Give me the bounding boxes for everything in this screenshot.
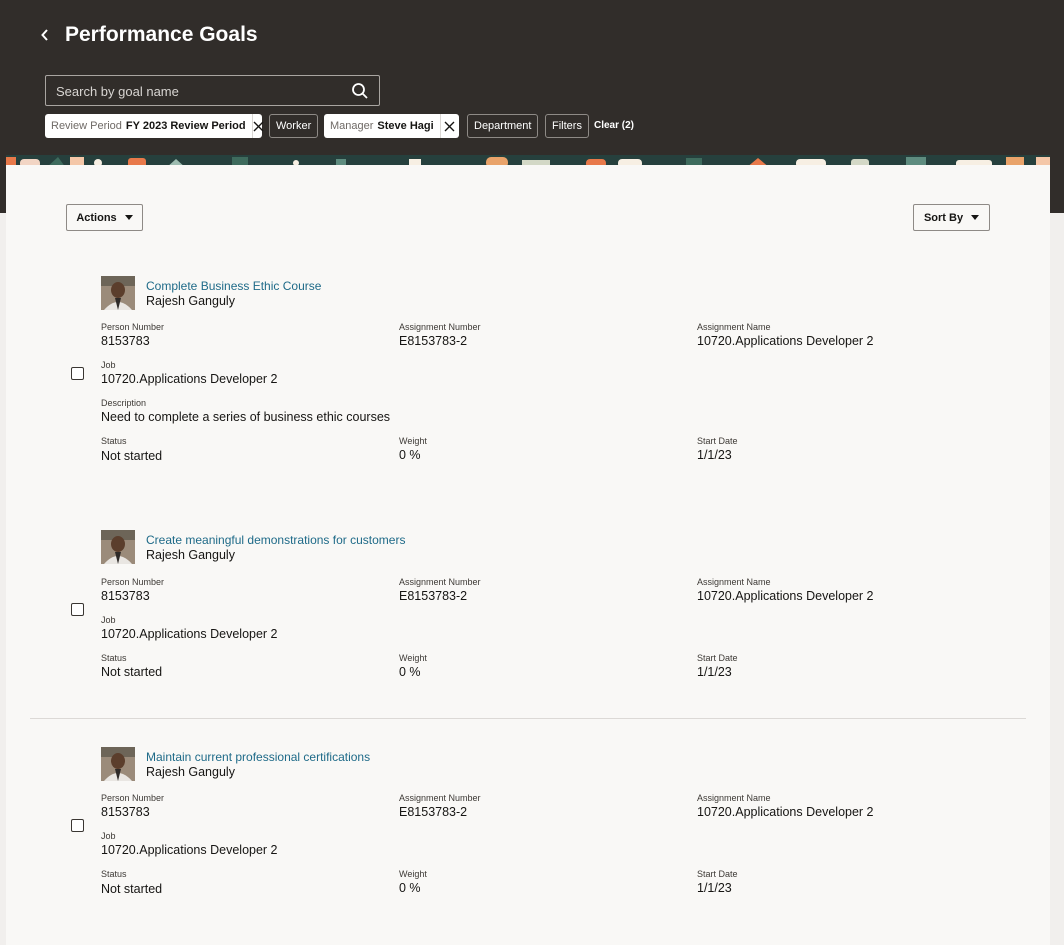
assignment-name-value: 10720.Applications Developer 2	[697, 805, 874, 819]
person-number-value: 8153783	[101, 805, 150, 819]
assignment-number-value: E8153783-2	[399, 589, 468, 603]
goal-select-checkbox[interactable]	[71, 603, 84, 616]
assignment-name-value: 10720.Applications Developer 2	[697, 334, 874, 348]
assignment-name-label: Assignment Name	[697, 793, 771, 803]
filters-button[interactable]: Filters	[545, 114, 589, 138]
sort-by-button[interactable]: Sort By	[913, 204, 990, 231]
chip-label: Worker	[276, 120, 312, 132]
actions-menu-button[interactable]: Actions	[66, 204, 143, 231]
avatar	[101, 276, 135, 310]
assignment-number-value: E8153783-2	[399, 805, 468, 819]
assignment-number-label: Assignment Number	[399, 793, 481, 803]
job-value: 10720.Applications Developer 2	[101, 372, 278, 386]
filter-chip-manager[interactable]: Manager Steve Hagi	[324, 114, 459, 138]
assignment-number-label: Assignment Number	[399, 322, 481, 332]
status-value: Not started	[101, 665, 163, 679]
job-value: 10720.Applications Developer 2	[101, 627, 278, 641]
weight-label: Weight	[399, 869, 427, 879]
job-label: Job	[101, 615, 116, 625]
chip-label: Review Period	[51, 120, 122, 132]
actions-label: Actions	[76, 211, 117, 224]
assignment-number-value: E8153783-2	[399, 334, 468, 348]
close-icon	[444, 121, 455, 131]
chip-label: Manager	[330, 120, 374, 132]
assignment-number-label: Assignment Number	[399, 577, 481, 587]
chevron-left-icon	[41, 29, 48, 41]
goal-title-link[interactable]: Create meaningful demonstrations for cus…	[146, 533, 405, 547]
weight-label: Weight	[399, 436, 427, 446]
person-number-label: Person Number	[101, 793, 165, 803]
filter-chip-worker[interactable]: Worker	[269, 114, 319, 138]
person-avatar-icon	[101, 530, 135, 564]
person-number-label: Person Number	[101, 577, 165, 587]
search-icon[interactable]	[351, 82, 369, 100]
chip-label: Department	[474, 120, 532, 132]
weight-value: 0 %	[399, 881, 421, 895]
status-value: Not started	[101, 449, 163, 463]
remove-manager-button[interactable]	[439, 114, 459, 138]
close-icon	[253, 121, 264, 131]
start-date-value: 1/1/23	[697, 665, 732, 679]
start-date-value: 1/1/23	[697, 881, 732, 895]
remove-review-period-button[interactable]	[251, 114, 264, 138]
avatar	[101, 530, 135, 564]
status-label: Status	[101, 436, 127, 446]
weight-value: 0 %	[399, 665, 421, 679]
goal-title-link[interactable]: Maintain current professional certificat…	[146, 750, 370, 764]
avatar	[101, 747, 135, 781]
goal-select-checkbox[interactable]	[71, 367, 84, 380]
worker-name: Rajesh Ganguly	[146, 294, 235, 308]
job-label: Job	[101, 831, 116, 841]
start-date-label: Start Date	[697, 869, 738, 879]
goal-select-checkbox[interactable]	[71, 819, 84, 832]
person-avatar-icon	[101, 747, 135, 781]
back-button[interactable]	[34, 23, 56, 47]
assignment-name-label: Assignment Name	[697, 322, 771, 332]
goal-title-link[interactable]: Complete Business Ethic Course	[146, 279, 321, 293]
job-label: Job	[101, 360, 116, 370]
worker-name: Rajesh Ganguly	[146, 765, 235, 779]
clear-filters-link[interactable]: Clear (2)	[594, 120, 634, 131]
page-title: Performance Goals	[65, 23, 258, 46]
search-input[interactable]	[54, 76, 348, 107]
chip-label: Filters	[552, 120, 582, 132]
assignment-name-value: 10720.Applications Developer 2	[697, 589, 874, 603]
description-label: Description	[101, 398, 147, 408]
status-value: Not started	[101, 882, 163, 896]
status-label: Status	[101, 869, 127, 879]
person-number-label: Person Number	[101, 322, 165, 332]
search-box[interactable]	[45, 75, 380, 107]
person-avatar-icon	[101, 276, 135, 310]
assignment-name-label: Assignment Name	[697, 577, 771, 587]
sort-label: Sort By	[923, 211, 964, 224]
status-label: Status	[101, 653, 127, 663]
filter-chip-review-period[interactable]: Review Period FY 2023 Review Period	[45, 114, 264, 138]
filter-chip-department[interactable]: Department	[467, 114, 539, 138]
worker-name: Rajesh Ganguly	[146, 548, 235, 562]
person-number-value: 8153783	[101, 334, 150, 348]
start-date-label: Start Date	[697, 653, 738, 663]
caret-down-icon	[124, 215, 133, 220]
caret-down-icon	[971, 215, 980, 220]
description-value: Need to complete a series of business et…	[101, 410, 391, 424]
chip-value: FY 2023 Review Period	[125, 120, 246, 132]
weight-value: 0 %	[399, 448, 421, 462]
start-date-value: 1/1/23	[697, 448, 732, 462]
list-divider	[30, 718, 1026, 719]
job-value: 10720.Applications Developer 2	[101, 843, 278, 857]
chip-value: Steve Hagi	[377, 120, 434, 132]
start-date-label: Start Date	[697, 436, 738, 446]
weight-label: Weight	[399, 653, 427, 663]
person-number-value: 8153783	[101, 589, 150, 603]
